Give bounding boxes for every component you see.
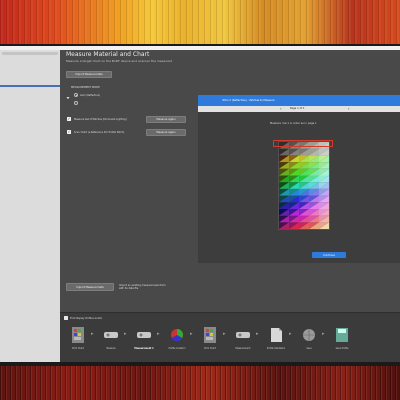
background-photo-top — [0, 0, 400, 44]
workflow-checkbox-label: Find Display Profile Locator — [70, 316, 103, 320]
radio-option-2[interactable] — [74, 101, 78, 105]
previous-page-button[interactable]: ‹ — [280, 106, 282, 112]
checkbox-measure-patches-label: Measure Set of Patches (Dominant Lightin… — [74, 118, 127, 121]
checkbox-measure-patches[interactable]: ✓ — [67, 117, 71, 121]
workflow-step-label: Measurement — [235, 347, 251, 350]
workflow-step-label: Save — [306, 347, 312, 350]
page-icon[interactable] — [268, 326, 284, 344]
next-page-button[interactable]: › — [348, 106, 350, 112]
measure-device-icon[interactable] — [235, 326, 251, 344]
measure-device-icon[interactable] — [136, 326, 152, 344]
chart-icon[interactable] — [70, 326, 86, 344]
arrow-right-icon: ▸ — [256, 331, 259, 337]
checkbox-scan-chart[interactable]: ✓ — [67, 130, 71, 134]
arrow-right-icon: ▸ — [289, 331, 292, 337]
check-icon — [213, 97, 219, 112]
arrow-right-icon: ▸ — [190, 331, 193, 337]
arrow-right-icon: ▸ — [322, 331, 325, 337]
workflow-step-label: Save Profile — [335, 347, 349, 350]
arrow-right-icon: ▸ — [124, 331, 127, 337]
arrow-right-icon: ▸ — [223, 331, 226, 337]
checkbox-scan-chart-label: Scan Chart (a Reference ICC Profile Patc… — [74, 131, 125, 134]
measure-device-icon[interactable] — [103, 326, 119, 344]
active-row-highlight — [273, 140, 333, 147]
import-note: Import an existing measured spectrum wit… — [119, 284, 166, 290]
arrow-right-icon: ▸ — [157, 331, 160, 337]
workflow-checkbox[interactable] — [64, 316, 68, 320]
page-title: Measure Material and Chart — [66, 51, 150, 58]
measure-again-button-1[interactable]: Measure Again — [146, 116, 186, 123]
workflow-step-label: Profile Creation — [168, 347, 186, 350]
workflow-step-label: Print Chart — [204, 347, 216, 350]
chart-icon[interactable] — [202, 326, 218, 344]
arrow-right-icon: ▸ — [91, 331, 94, 337]
workflow-step-label: Print Chart — [72, 347, 84, 350]
workflow-step-label: Measurement 1 — [134, 347, 154, 350]
sidebar-scroll-handle[interactable] — [2, 52, 58, 55]
workflow-step-label: Profile Validation — [266, 347, 286, 350]
measure-again-button-2[interactable]: Measure Again — [146, 129, 186, 136]
radio-auto-reflective-label: Auto (Reflective) — [80, 93, 100, 97]
background-photo-bottom — [0, 366, 400, 400]
page-subtitle: Measure a target chart on the BxDF devic… — [66, 59, 172, 63]
measure-instruction: Measure row 1 in order as in page 1 — [270, 122, 317, 125]
chart-preview-title: i1Pro 2 (Reflective) - Patches to Measur… — [222, 98, 275, 102]
page-indicator: Page 1 of 1 — [290, 107, 305, 111]
continue-button[interactable]: Continue — [312, 252, 346, 258]
color-wheel-icon[interactable] — [169, 326, 185, 344]
workflow-step-label: Measure — [106, 347, 116, 350]
import-measure-data-bottom-button[interactable]: Import Measure Data — [66, 283, 114, 291]
expand-icon[interactable] — [66, 85, 70, 100]
measurement-mode-heading: MEASUREMENT MODE — [71, 85, 100, 89]
save-icon[interactable] — [334, 326, 350, 344]
sidebar — [0, 50, 60, 362]
globe-icon[interactable] — [301, 326, 317, 344]
sidebar-selected-item[interactable] — [0, 85, 60, 87]
import-measure-data-button[interactable]: Import Measure Data — [66, 71, 112, 78]
color-patch-grid — [279, 142, 329, 229]
radio-auto-reflective[interactable] — [74, 93, 78, 97]
